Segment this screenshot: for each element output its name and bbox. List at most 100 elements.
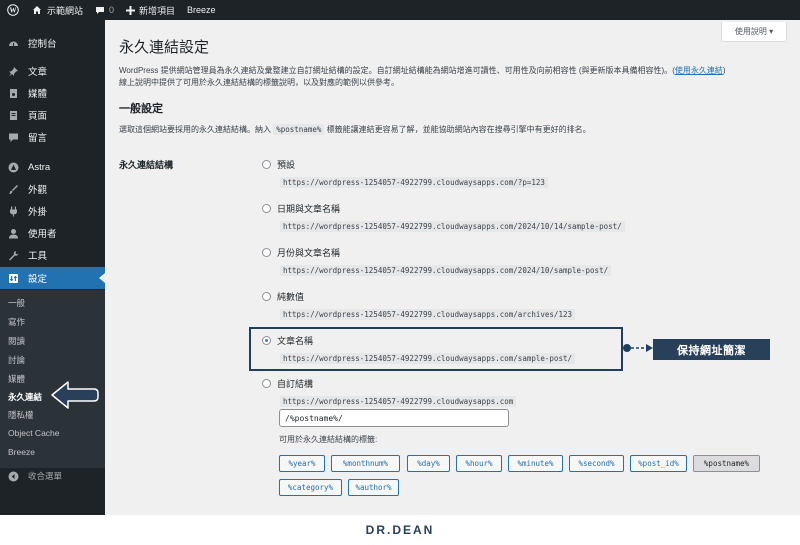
sidebar-item-label: 外掛 — [28, 207, 48, 218]
permalink-option-label: 自訂結構 — [277, 379, 314, 389]
footer: DR.DEAN — [0, 515, 800, 545]
tag-button[interactable]: %hour% — [456, 455, 502, 472]
sidebar-item-brush[interactable]: 外觀 — [0, 178, 105, 200]
tag-button[interactable]: %day% — [407, 455, 450, 472]
submenu-item[interactable]: 一般 — [8, 296, 25, 310]
collapse-menu-button[interactable]: 收合選單 — [0, 466, 105, 486]
sidebar-item-label: 控制台 — [28, 39, 57, 50]
sidebar-item-page[interactable]: 頁面 — [0, 104, 105, 126]
permalink-option-row[interactable]: 自訂結構 — [262, 377, 313, 390]
astra-icon — [7, 161, 19, 173]
permalink-option-label: 月份與文章名稱 — [277, 248, 341, 258]
submenu-item[interactable]: Breeze — [8, 445, 35, 459]
permalink-option-row[interactable]: 月份與文章名稱 — [262, 246, 340, 259]
permalink-example-url: https://wordpress-1254057-4922799.cloudw… — [280, 221, 625, 232]
comment-icon — [7, 131, 19, 143]
comment-count: 0 — [109, 5, 115, 15]
permalink-example-url: https://wordpress-1254057-4922799.cloudw… — [280, 265, 612, 276]
sidebar-item-label: 頁面 — [28, 111, 48, 122]
page-title: 永久連結設定 — [119, 39, 210, 56]
main-content: 使用說明 ▾ 永久連結設定 WordPress 提供網站管理員為永久連結及彙整建… — [105, 20, 800, 515]
tag-button[interactable]: %postname% — [693, 455, 760, 472]
submenu-item[interactable]: 隱私權 — [8, 408, 34, 422]
submenu-item[interactable]: 媒體 — [8, 372, 25, 386]
permalink-option: 純數值 https://wordpress-1254057-4922799.clo… — [262, 290, 575, 320]
home-icon — [32, 5, 42, 15]
permalink-option: 日期與文章名稱 https://wordpress-1254057-4922799… — [262, 202, 625, 232]
dashboard-icon — [7, 37, 19, 49]
sidebar-item-user[interactable]: 使用者 — [0, 222, 105, 244]
sidebar-item-media[interactable]: 媒體 — [0, 82, 105, 104]
submenu-item[interactable]: 永久連結 — [8, 390, 42, 404]
permalink-radio[interactable] — [262, 248, 271, 257]
tag-button[interactable]: %minute% — [508, 455, 563, 472]
wrench-icon — [7, 249, 19, 261]
sidebar-item-pin[interactable]: 文章 — [0, 60, 105, 82]
permalink-option-label: 純數值 — [277, 292, 305, 302]
sidebar-item-wrench[interactable]: 工具 — [0, 244, 105, 266]
intro-description: WordPress 提供網站管理員為永久連結及彙整建立自訂網址結構的設定。自訂網… — [119, 66, 726, 87]
permalink-option: 月份與文章名稱 https://wordpress-1254057-4922799… — [262, 246, 612, 276]
tag-button[interactable]: %year% — [279, 455, 325, 472]
tag-button[interactable]: %category% — [279, 479, 342, 496]
sidebar-item-label: 設定 — [28, 274, 48, 285]
permalink-option-row[interactable]: 預設 — [262, 158, 295, 171]
plus-icon — [126, 5, 136, 15]
permalink-radio[interactable] — [262, 160, 271, 169]
sidebar-item-label: 工具 — [28, 251, 48, 262]
permalink-structure-label: 永久連結結構 — [119, 160, 174, 170]
help-tab-button[interactable]: 使用說明 ▾ — [721, 22, 787, 42]
collapse-arrow-icon — [7, 470, 19, 482]
sidebar-item-comment[interactable]: 留言 — [0, 126, 105, 148]
sidebar-item-label: 使用者 — [28, 229, 57, 240]
permalink-option-row[interactable]: 日期與文章名稱 — [262, 202, 340, 215]
permalink-help-link[interactable]: 使用永久連結 — [675, 66, 723, 75]
admin-bar: W 示範網站 0 新增項目 Breeze — [0, 0, 800, 20]
comments-link[interactable]: 0 — [89, 0, 120, 20]
settings-icon — [7, 272, 19, 284]
sidebar-item-astra[interactable]: Astra — [0, 156, 105, 178]
comment-bubble-icon — [95, 6, 105, 15]
admin-sidebar: 控制台 文章 媒體 頁面 留言 Astra 外觀 外掛 使用者 工具 設定 一般 寫作 閱讀 討論 媒體 永久… — [0, 20, 105, 515]
user-icon — [7, 227, 19, 239]
intro-text-2: 線上說明中提供了可用於永久連結結構的標籤說明，以及對應的範例以供參考。 — [119, 78, 399, 87]
permalink-option-row[interactable]: 純數值 — [262, 290, 304, 303]
media-icon — [7, 87, 19, 99]
tag-button[interactable]: %monthnum% — [331, 455, 400, 472]
wordpress-logo-icon[interactable]: W — [0, 0, 26, 20]
collapse-menu-label: 收合選單 — [28, 471, 63, 481]
tag-button[interactable]: %second% — [569, 455, 624, 472]
sidebar-item-label: Astra — [28, 161, 51, 173]
postname-code: %postname% — [273, 124, 325, 135]
common-settings-heading: 一般設定 — [119, 103, 163, 115]
submenu-item[interactable]: Object Cache — [8, 426, 60, 440]
sidebar-item-label: 留言 — [28, 133, 48, 144]
submenu-item[interactable]: 討論 — [8, 353, 25, 367]
tag-button[interactable]: %post_id% — [630, 455, 687, 472]
callout-label: 保持網址簡潔 — [653, 339, 770, 360]
permalink-example-url: https://wordpress-1254057-4922799.cloudw… — [280, 396, 517, 407]
sidebar-item-settings[interactable]: 設定 — [0, 267, 105, 289]
permalink-option: 自訂結構 https://wordpress-1254057-4922799.cl… — [262, 377, 517, 407]
new-content-link[interactable]: 新增項目 — [120, 0, 181, 20]
permalink-option: 預設 https://wordpress-1254057-4922799.clou… — [262, 158, 548, 188]
tag-button[interactable]: %author% — [348, 479, 399, 496]
submenu-item[interactable]: 寫作 — [8, 315, 25, 329]
submenu-item[interactable]: 閱讀 — [8, 334, 25, 348]
permalink-example-url: https://wordpress-1254057-4922799.cloudw… — [280, 177, 548, 188]
permalink-example-url: https://wordpress-1254057-4922799.cloudw… — [280, 309, 575, 320]
permalink-radio[interactable] — [262, 204, 271, 213]
sidebar-item-label: 媒體 — [28, 89, 48, 100]
sidebar-item-label: 文章 — [28, 67, 48, 78]
new-content-label: 新增項目 — [139, 5, 176, 16]
custom-structure-input[interactable] — [279, 409, 509, 427]
sidebar-item-dashboard[interactable]: 控制台 — [0, 32, 105, 54]
sidebar-item-plugin[interactable]: 外掛 — [0, 200, 105, 222]
breeze-link[interactable]: Breeze — [181, 0, 222, 20]
permalink-radio[interactable] — [262, 292, 271, 301]
site-name-link[interactable]: 示範網站 — [26, 0, 89, 20]
callout-connector — [623, 340, 655, 361]
permalink-option-label: 預設 — [277, 160, 296, 170]
permalink-radio[interactable] — [262, 379, 271, 388]
sidebar-item-label: 外觀 — [28, 185, 48, 196]
